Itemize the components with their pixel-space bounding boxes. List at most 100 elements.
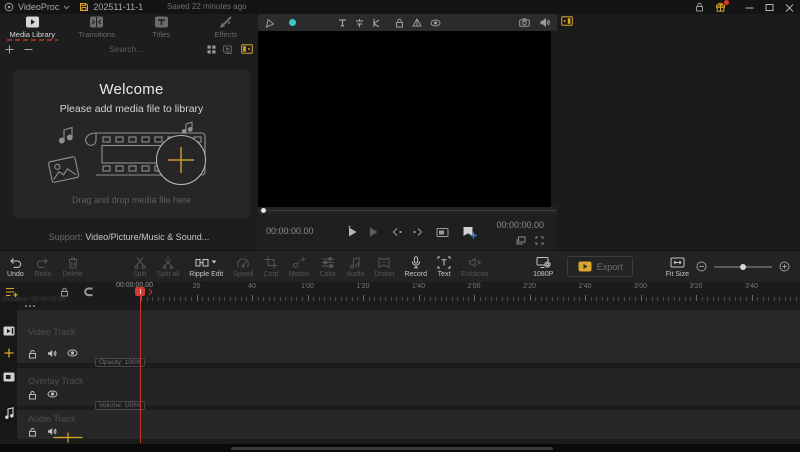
tab-transitions[interactable]: Transitions xyxy=(65,14,130,41)
horizontal-scrollbar[interactable] xyxy=(231,447,553,450)
lock-icon[interactable] xyxy=(28,427,37,437)
grid-view-icon[interactable] xyxy=(207,45,216,54)
ripple-edit-button[interactable]: Ripple Edit xyxy=(189,256,223,278)
ruler-tick xyxy=(357,297,358,301)
crop-guide-icon-1[interactable] xyxy=(338,18,347,28)
crop-guide-icon-2[interactable] xyxy=(355,18,364,28)
audio-track-lane[interactable]: Audio Track xyxy=(17,410,800,439)
magnet-snap-icon[interactable] xyxy=(83,286,94,297)
eye-icon[interactable] xyxy=(430,19,441,27)
maximize-button[interactable] xyxy=(765,3,774,12)
add-video-track-icon[interactable] xyxy=(4,348,14,358)
crop-button[interactable]: Crop xyxy=(263,256,278,278)
next-frame-button[interactable] xyxy=(412,227,423,237)
snapshot-button[interactable] xyxy=(436,227,449,238)
tab-titles[interactable]: Titles xyxy=(129,14,194,41)
text-button[interactable]: Text xyxy=(437,256,451,278)
volume-badge[interactable]: Volume: 100% xyxy=(95,401,145,410)
resolution-button[interactable]: 1080P xyxy=(533,256,553,278)
loop-mode-icon[interactable] xyxy=(516,236,526,245)
speed-button[interactable]: Speed xyxy=(233,256,253,278)
video-track-lane[interactable]: Video Track xyxy=(17,310,800,363)
undo-button[interactable]: Undo xyxy=(7,256,24,278)
ruler-tick xyxy=(790,297,791,301)
audio-track-label: Audio Track xyxy=(28,414,76,424)
extractor-button[interactable]: Extractor xyxy=(461,256,489,278)
slider-thumb[interactable] xyxy=(740,264,746,270)
record-button[interactable]: Record xyxy=(404,256,427,278)
previous-frame-button[interactable] xyxy=(392,227,403,237)
zoom-in-icon[interactable] xyxy=(779,261,790,272)
timeline-zoom-slider[interactable] xyxy=(714,262,772,272)
ruler-tick xyxy=(768,297,769,301)
video-viewport[interactable] xyxy=(258,31,551,207)
lock-icon[interactable] xyxy=(395,18,404,28)
ruler-tick xyxy=(169,297,170,301)
marker-dot-cyan[interactable] xyxy=(289,19,296,26)
zoom-out-icon[interactable] xyxy=(696,261,707,272)
close-button[interactable] xyxy=(785,3,794,12)
fit-size-button[interactable]: Fit Size xyxy=(666,256,689,278)
ruler-tick xyxy=(752,295,753,301)
audio-button[interactable]: Audio xyxy=(346,256,364,278)
save-icon[interactable] xyxy=(79,2,89,12)
extractor-label: Extractor xyxy=(461,271,489,278)
list-view-icon[interactable] xyxy=(223,45,234,54)
ruler-tick xyxy=(441,297,442,301)
export-button[interactable]: Export xyxy=(567,256,633,277)
chevron-down-icon[interactable] xyxy=(63,5,70,10)
add-marker-button[interactable] xyxy=(462,226,475,238)
play-button[interactable] xyxy=(367,226,379,238)
pyramid-icon[interactable] xyxy=(412,18,422,27)
filmstrip-illustration xyxy=(34,119,230,193)
add-media-button[interactable] xyxy=(5,45,14,54)
ruler-tick xyxy=(724,297,725,301)
tab-media-library[interactable]: Media Library xyxy=(0,14,65,41)
library-toolbar: Search... xyxy=(0,41,258,57)
scrubber-handle[interactable] xyxy=(261,208,266,213)
ruler-tick xyxy=(513,297,514,301)
opacity-badge[interactable]: Opacity: 100% xyxy=(95,358,145,367)
panel-toggle-icon[interactable] xyxy=(241,44,253,54)
snapshot-camera-icon[interactable] xyxy=(519,18,530,27)
marker-dot-magenta[interactable] xyxy=(318,20,324,26)
split-all-button[interactable]: Split all xyxy=(157,256,180,278)
minimize-button[interactable] xyxy=(745,3,754,12)
crop-guide-icon-3[interactable] xyxy=(372,18,381,28)
play-in-out-button[interactable] xyxy=(346,226,358,238)
remove-media-button[interactable] xyxy=(24,45,33,54)
fullscreen-icon[interactable] xyxy=(535,236,544,245)
split-button[interactable]: Split xyxy=(133,256,147,278)
pen-tool-icon[interactable] xyxy=(265,18,275,28)
lock-icon[interactable] xyxy=(28,390,37,400)
distort-button[interactable]: Distort xyxy=(374,256,394,278)
redo-button[interactable]: Redo xyxy=(35,256,52,278)
preview-scrubber[interactable] xyxy=(258,207,557,214)
ruler-tick xyxy=(729,297,730,301)
visibility-icon[interactable] xyxy=(47,390,58,400)
ruler-tick xyxy=(252,295,253,301)
app-name[interactable]: VideoProc xyxy=(18,2,59,12)
marker-dot-blue[interactable] xyxy=(304,20,310,26)
volume-icon[interactable] xyxy=(540,18,550,27)
delete-button[interactable]: Delete xyxy=(62,256,82,278)
motion-button[interactable]: Motion xyxy=(289,256,310,278)
color-button[interactable]: Color xyxy=(320,256,337,278)
inspector-panel-toggle-icon[interactable] xyxy=(561,16,573,26)
gift-promo-icon[interactable] xyxy=(715,2,726,12)
ruler-label: 1'20 xyxy=(356,283,369,290)
ruler-tick xyxy=(197,295,198,301)
ruler-tick xyxy=(785,297,786,301)
media-drop-zone[interactable]: Welcome Please add media file to library xyxy=(13,70,250,218)
lock-icon[interactable] xyxy=(28,349,37,359)
preview-panel: 00:00:00.00 00:00:00.00 xyxy=(258,14,557,250)
timeline-ruler[interactable]: 20401'001'201'402'002'202'403'003'203'40… xyxy=(141,282,800,302)
track-drag-handle[interactable] xyxy=(25,305,35,307)
tab-effects[interactable]: Effects xyxy=(194,14,259,41)
search-input[interactable]: Search... xyxy=(109,44,143,54)
visibility-icon[interactable] xyxy=(67,349,78,359)
add-track-plus-icon[interactable] xyxy=(53,432,83,443)
lock-icon[interactable] xyxy=(695,2,704,12)
mute-icon[interactable] xyxy=(47,349,57,359)
playhead-line[interactable] xyxy=(140,295,141,443)
